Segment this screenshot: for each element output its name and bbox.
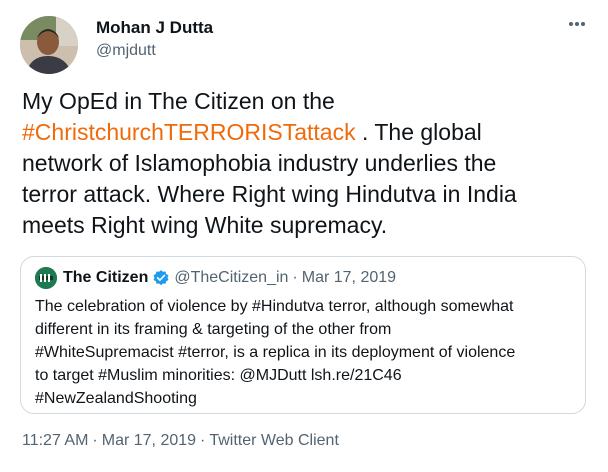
quoted-tweet-text: The celebration of violence by #Hindutva… (35, 295, 575, 410)
quoted-tweet-line: #NewZealandShooting (35, 390, 197, 407)
tweet-line: terror attack. Where Right wing Hindutva… (22, 181, 517, 207)
tweet-client: Twitter Web Client (209, 432, 339, 449)
avatar-photo (20, 16, 78, 74)
quoted-author-name[interactable]: The Citizen (63, 269, 148, 287)
quoted-tweet-line: The celebration of violence by #Hindutva… (35, 298, 514, 315)
quoted-tweet-header: The Citizen @TheCitizen_in · Mar 17, 201… (35, 267, 396, 289)
quoted-author-handle[interactable]: @TheCitizen_in (174, 269, 288, 287)
verified-badge-icon (152, 269, 170, 287)
hashtag-link[interactable]: #ChristchurchTERRORISTattack (22, 119, 356, 145)
tweet-line: network of Islamophobia industry underli… (22, 150, 497, 176)
separator: · (200, 432, 206, 449)
quoted-tweet-date[interactable]: Mar 17, 2019 (302, 269, 396, 287)
tweet-line: meets Right wing White supremacy. (22, 212, 388, 238)
tweet-text: My OpEd in The Citizen on the #Christchu… (22, 86, 592, 241)
tweet-line: My OpEd in The Citizen on the (22, 88, 335, 114)
quoted-tweet[interactable]: The Citizen @TheCitizen_in · Mar 17, 201… (20, 256, 586, 414)
avatar[interactable] (20, 16, 78, 74)
tweet: Mohan J Dutta @mjdutt My OpEd in The Cit… (0, 0, 608, 472)
tweet-date[interactable]: Mar 17, 2019 (102, 432, 196, 450)
citizen-logo-icon (35, 267, 57, 289)
tweet-time[interactable]: 11:27 AM (22, 432, 88, 450)
author-name[interactable]: Mohan J Dutta (96, 18, 213, 38)
tweet-line: #ChristchurchTERRORISTattack . The globa… (22, 117, 592, 148)
tweet-text-fragment: . The global (355, 119, 482, 145)
quoted-tweet-line: different in its framing & targeting of … (35, 321, 392, 338)
separator: · (92, 432, 98, 449)
quoted-tweet-line: to target #Muslim minorities: @MJDutt ls… (35, 367, 402, 384)
quoted-tweet-line: #WhiteSupremacist #terror, is a replica … (35, 344, 516, 361)
more-icon[interactable] (563, 14, 591, 38)
tweet-metadata: 11:27 AM · Mar 17, 2019 · Twitter Web Client (22, 432, 339, 450)
separator: · (292, 269, 298, 286)
author-handle[interactable]: @mjdutt (96, 42, 156, 60)
